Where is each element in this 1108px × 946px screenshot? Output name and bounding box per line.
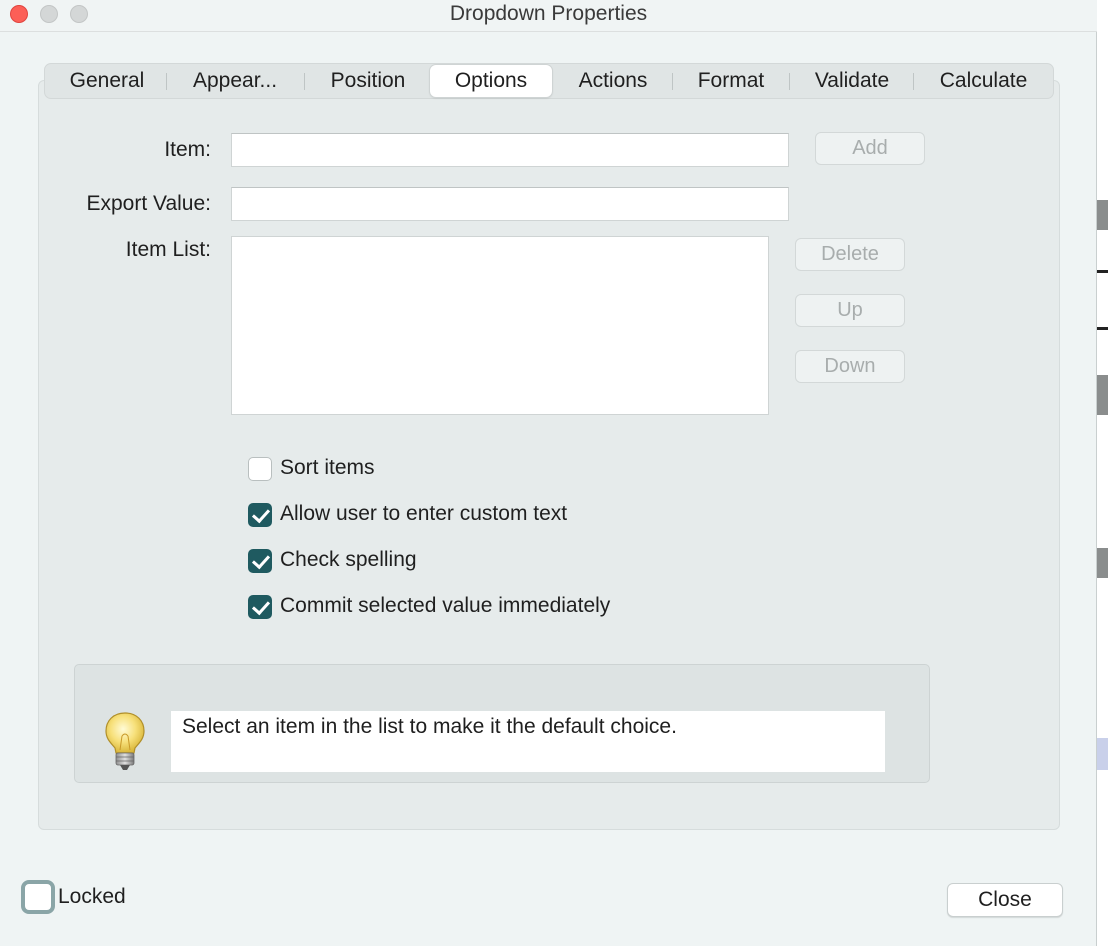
tab-separator	[789, 73, 790, 90]
check-spelling-label: Check spelling	[280, 548, 417, 571]
title-bar: Dropdown Properties	[0, 0, 1097, 32]
check-spelling-checkbox[interactable]	[248, 549, 272, 573]
item-label: Item:	[164, 138, 211, 161]
tab-calculate[interactable]: Calculate	[926, 64, 1041, 98]
tab-separator	[304, 73, 305, 90]
tab-separator	[913, 73, 914, 90]
hint-text: Select an item in the list to make it th…	[171, 711, 885, 772]
background-strip	[1096, 270, 1108, 273]
background-strip	[1096, 738, 1108, 770]
lightbulb-icon	[105, 712, 145, 770]
tab-options[interactable]: Options	[430, 65, 552, 97]
tab-general[interactable]: General	[57, 64, 157, 98]
allow-custom-text-checkbox[interactable]	[248, 503, 272, 527]
tab-separator	[672, 73, 673, 90]
background-strip	[1096, 548, 1108, 578]
allow-custom-text-label: Allow user to enter custom text	[280, 502, 568, 525]
item-input[interactable]	[231, 133, 789, 167]
sort-items-label: Sort items	[280, 456, 375, 479]
background-app-window	[1096, 0, 1108, 946]
delete-button[interactable]: Delete	[795, 238, 905, 271]
tab-appearance[interactable]: Appear...	[179, 64, 291, 98]
background-strip	[1096, 375, 1108, 415]
tab-position[interactable]: Position	[317, 64, 419, 98]
tab-actions[interactable]: Actions	[563, 64, 663, 98]
move-up-button[interactable]: Up	[795, 294, 905, 327]
tab-bar: General Appear... Position Options Actio…	[44, 63, 1054, 99]
background-strip	[1096, 200, 1108, 230]
export-value-label: Export Value:	[86, 192, 211, 215]
tab-separator	[166, 73, 167, 90]
export-value-input[interactable]	[231, 187, 789, 221]
item-list-box[interactable]	[231, 236, 769, 415]
item-list-label: Item List:	[125, 238, 211, 261]
commit-immediately-checkbox[interactable]	[248, 595, 272, 619]
window-title: Dropdown Properties	[449, 2, 648, 25]
locked-checkbox[interactable]	[21, 880, 55, 914]
commit-immediately-label: Commit selected value immediately	[280, 594, 611, 617]
background-strip	[1096, 327, 1108, 330]
close-button[interactable]: Close	[947, 883, 1063, 917]
locked-label: Locked	[58, 885, 126, 908]
tab-format[interactable]: Format	[685, 64, 777, 98]
sort-items-checkbox[interactable]	[248, 457, 272, 481]
move-down-button[interactable]: Down	[795, 350, 905, 383]
tab-validate[interactable]: Validate	[802, 64, 902, 98]
add-button[interactable]: Add	[815, 132, 925, 165]
dropdown-properties-dialog: Dropdown Properties General Appear... Po…	[0, 0, 1097, 946]
